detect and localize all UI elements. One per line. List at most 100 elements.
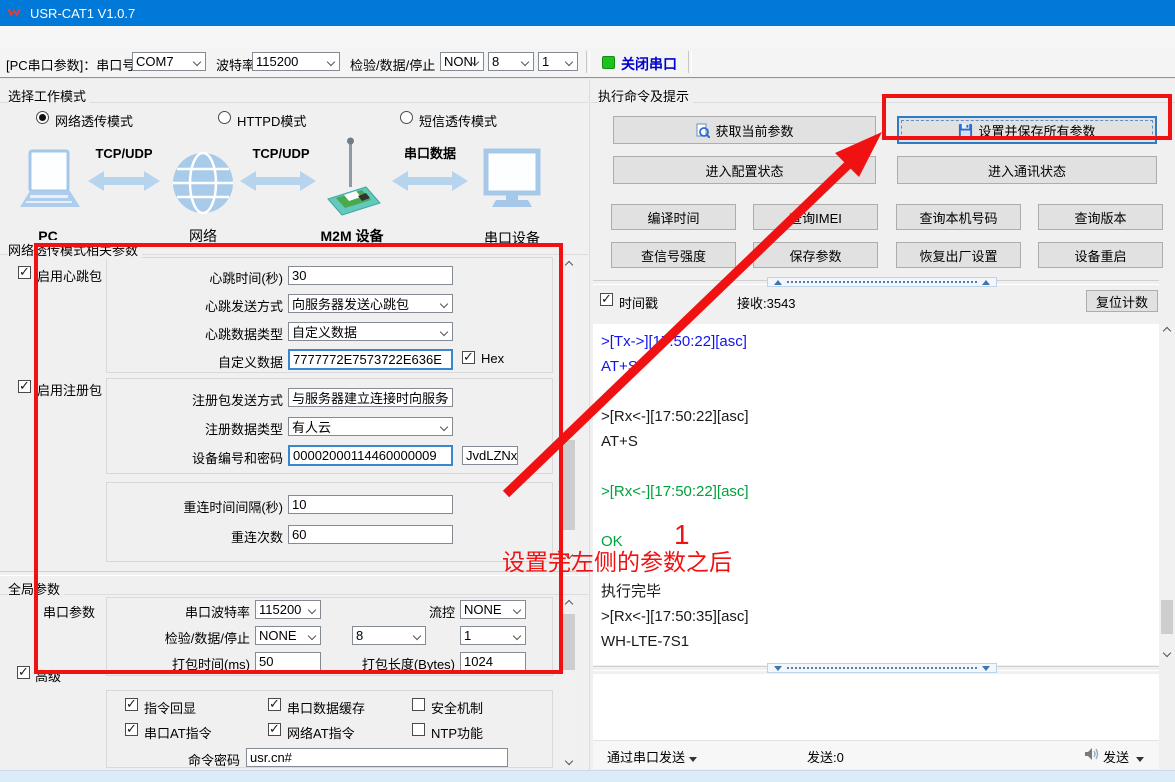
log-line: >[Tx->][17:50:22][asc] <box>593 329 1159 354</box>
collapse-down-icon <box>774 666 782 671</box>
titlebar: USR-CAT1 V1.0.7 <box>0 0 1175 26</box>
log-output[interactable]: >[Tx->][17:50:22][asc] AT+S >[Rx<-][17:5… <box>593 324 1159 665</box>
timestamp-checkbox[interactable] <box>600 293 613 306</box>
serial-cache-checkbox[interactable] <box>268 698 281 711</box>
advanced-checkbox[interactable] <box>17 666 30 679</box>
register-enable-checkbox[interactable] <box>18 380 31 393</box>
heartbeat-type-label: 心跳数据类型 <box>106 324 283 343</box>
scroll-down-icon[interactable] <box>561 754 577 768</box>
net-section-scrollbar[interactable] <box>561 258 577 562</box>
set-save-params-button[interactable]: 设置并保存所有参数 <box>897 116 1157 144</box>
compile-time-button[interactable]: 编译时间 <box>611 204 736 230</box>
query-imei-button[interactable]: 查询IMEI <box>753 204 878 230</box>
node-m2m-label: M2M 设备 <box>321 228 385 244</box>
radio-httpd[interactable] <box>218 111 231 124</box>
send-button[interactable]: 发送 <box>1103 747 1144 766</box>
hex-label: Hex <box>481 351 504 366</box>
timestamp-label: 时间戳 <box>619 293 658 312</box>
parity-select[interactable]: NONI <box>440 52 484 71</box>
scroll-up-icon[interactable] <box>561 597 577 611</box>
baud-select[interactable]: 115200 <box>252 52 340 71</box>
databits-select[interactable]: 8 <box>488 52 534 71</box>
enter-comm-button[interactable]: 进入通讯状态 <box>897 156 1157 184</box>
work-mode-title: 选择工作模式 <box>8 86 90 105</box>
global-section-scrollbar[interactable] <box>561 597 577 768</box>
close-port-button[interactable]: 关闭串口 <box>621 54 677 74</box>
send-via-dropdown[interactable]: 通过串口发送 <box>607 747 697 766</box>
heartbeat-type-select[interactable]: 自定义数据 <box>288 322 453 341</box>
scrollbar-thumb[interactable] <box>1161 600 1173 634</box>
signal-strength-button[interactable]: 查信号强度 <box>611 242 736 268</box>
ntp-checkbox[interactable] <box>412 723 425 736</box>
log-line: >[Rx<-][17:50:22][asc] <box>593 479 1159 504</box>
scroll-down-icon[interactable] <box>561 548 577 562</box>
scroll-up-icon[interactable] <box>1159 324 1175 338</box>
log-line <box>593 379 1159 404</box>
heartbeat-time-label: 心跳时间(秒) <box>106 268 283 287</box>
log-line: >[Rx<-][17:50:22][asc] <box>593 404 1159 429</box>
serial-at-checkbox[interactable] <box>125 723 138 736</box>
heartbeat-time-input[interactable]: 30 <box>288 266 453 285</box>
chevron-down-icon <box>513 606 521 614</box>
packtime-input[interactable]: 50 <box>255 652 321 671</box>
log-splitter-handle[interactable] <box>767 277 997 287</box>
chevron-down-icon <box>440 423 448 431</box>
com-port-select[interactable]: COM7 <box>132 52 206 71</box>
device-restart-button[interactable]: 设备重启 <box>1038 242 1163 268</box>
enter-config-button[interactable]: 进入配置状态 <box>613 156 876 184</box>
send-splitter-handle[interactable] <box>767 663 997 673</box>
section-splitter[interactable] <box>0 571 588 576</box>
chevron-down-icon <box>440 328 448 336</box>
log-line: AT+S <box>593 429 1159 454</box>
packlen-input[interactable]: 1024 <box>460 652 526 671</box>
log-line <box>593 554 1159 579</box>
stopbits-select[interactable]: 1 <box>538 52 578 71</box>
flow-select[interactable]: NONE <box>460 600 526 619</box>
link-tcpudp2-label: TCP/UDP <box>252 146 309 161</box>
scrollbar-thumb[interactable] <box>563 614 575 670</box>
reconnect-interval-input[interactable]: 10 <box>288 495 453 514</box>
device-id-input[interactable]: 00002000114460000009 <box>288 445 453 466</box>
g-parity-select[interactable]: NONE <box>255 626 321 645</box>
serial-at-label: 串口AT指令 <box>144 723 212 742</box>
save-params-button[interactable]: 保存参数 <box>753 242 878 268</box>
reset-count-button[interactable]: 复位计数 <box>1086 290 1158 312</box>
device-password-input[interactable]: JvdLZNxK <box>462 446 518 465</box>
g-databits-select[interactable]: 8 <box>352 626 426 645</box>
heartbeat-enable-checkbox[interactable] <box>18 266 31 279</box>
cmd-password-input[interactable]: usr.cn# <box>246 748 508 767</box>
echo-checkbox[interactable] <box>125 698 138 711</box>
g-baud-select[interactable]: 115200 <box>255 600 321 619</box>
heartbeat-data-input[interactable]: 7777772E7573722E636E <box>288 349 453 370</box>
scrollbar-thumb[interactable] <box>563 440 575 530</box>
get-params-button[interactable]: 获取当前参数 <box>613 116 876 144</box>
send-input-area[interactable] <box>593 674 1159 740</box>
security-checkbox[interactable] <box>412 698 425 711</box>
search-doc-icon <box>695 123 710 138</box>
cmd-password-label: 命令密码 <box>106 750 240 769</box>
query-number-button[interactable]: 查询本机号码 <box>896 204 1021 230</box>
hex-checkbox[interactable] <box>462 351 475 364</box>
register-type-label: 注册数据类型 <box>106 419 283 438</box>
m2m-module-icon <box>328 138 380 216</box>
register-mode-select[interactable]: 与服务器建立连接时向服务 <box>288 388 453 407</box>
heartbeat-mode-select[interactable]: 向服务器发送心跳包 <box>288 294 453 313</box>
chevron-down-icon <box>413 632 421 640</box>
register-type-select[interactable]: 有人云 <box>288 417 453 436</box>
radio-net-transparent[interactable] <box>36 111 49 124</box>
receive-count: 接收:3543 <box>737 293 796 312</box>
g-stopbits-select[interactable]: 1 <box>460 626 526 645</box>
pc-serial-label: [PC串口参数]：串口号 <box>6 55 135 74</box>
security-label: 安全机制 <box>431 698 483 717</box>
log-line: AT+S <box>593 354 1159 379</box>
factory-reset-button[interactable]: 恢复出厂设置 <box>896 242 1021 268</box>
query-version-button[interactable]: 查询版本 <box>1038 204 1163 230</box>
radio-sms-transparent[interactable] <box>400 111 413 124</box>
reconnect-count-input[interactable]: 60 <box>288 525 453 544</box>
net-at-checkbox[interactable] <box>268 723 281 736</box>
scroll-up-icon[interactable] <box>561 258 577 272</box>
log-scrollbar[interactable] <box>1159 324 1175 660</box>
packtime-label: 打包时间(ms) <box>106 654 250 673</box>
chevron-down-icon <box>308 606 316 614</box>
scroll-down-icon[interactable] <box>1159 646 1175 660</box>
